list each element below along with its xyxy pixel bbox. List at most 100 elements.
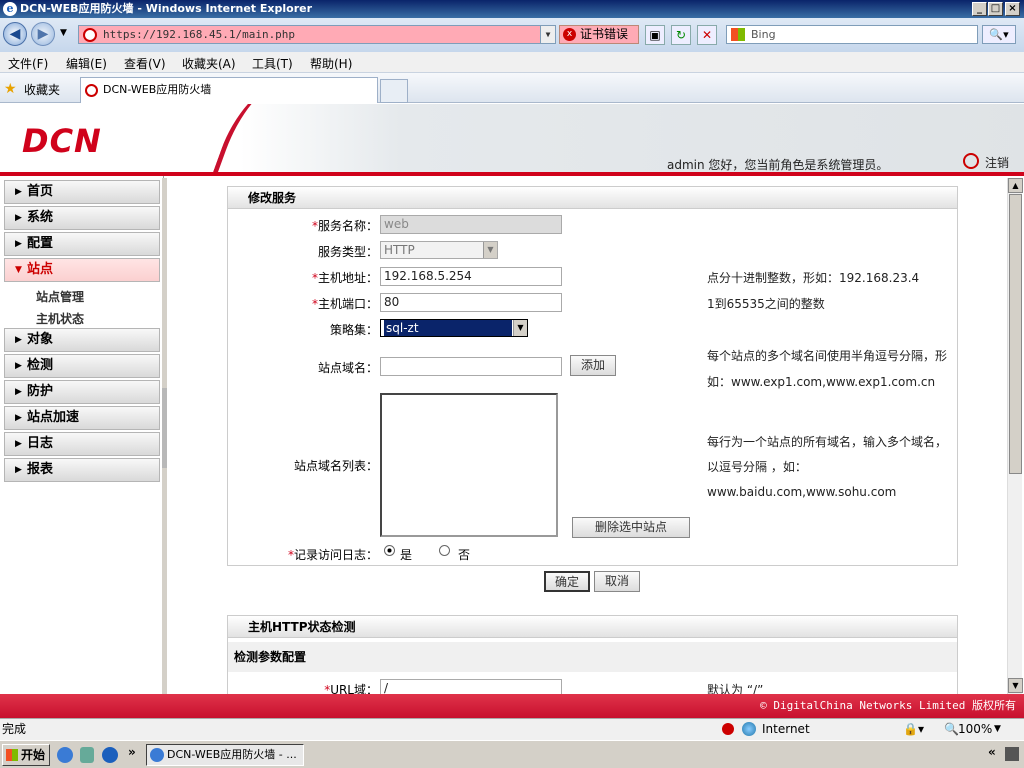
menu-help[interactable]: 帮助(H) [310, 55, 352, 72]
taskbar: 开始 » DCN-WEB应用防火墙 - ... « [0, 740, 1024, 768]
sidebar-item-home[interactable]: ▶ 首页 [4, 180, 160, 204]
sidebar-item-label: 防护 [27, 384, 54, 399]
new-tab-button[interactable] [380, 79, 408, 103]
app-quicklaunch-icon[interactable] [80, 747, 94, 763]
stop-icon[interactable]: ✕ [697, 25, 717, 45]
menu-view[interactable]: 查看(V) [124, 55, 166, 72]
domain-help-line-2: 如：www.exp1.com,www.exp1.com.cn [707, 375, 936, 389]
url-text: https://192.168.45.1/main.php [103, 28, 296, 41]
triangle-right-icon: ▶ [15, 335, 22, 345]
delete-domain-button[interactable]: 删除选中站点 [572, 517, 690, 538]
url-field-input[interactable]: / [380, 679, 562, 694]
menu-favorites[interactable]: 收藏夹(A) [182, 55, 236, 72]
maximize-button[interactable]: □ [988, 2, 1003, 16]
sidebar-item-label: 对象 [27, 332, 54, 347]
sidebar-item-label: 站点加速 [27, 410, 80, 425]
sidebar-item-config[interactable]: ▶ 配置 [4, 232, 160, 256]
show-desktop-icon[interactable] [102, 747, 118, 763]
http-health-panel: 主机HTTP状态检测 检测参数配置 *URL域： / 默认为 “/” [227, 615, 958, 694]
task-label: DCN-WEB应用防火墙 - ... [167, 748, 297, 761]
menu-edit[interactable]: 编辑(E) [66, 55, 107, 72]
cancel-button[interactable]: 取消 [594, 571, 640, 592]
search-input[interactable]: Bing [726, 25, 978, 44]
search-button[interactable]: 🔍▾ [982, 25, 1016, 44]
sidebar-subitem-site-management[interactable]: 站点管理 [36, 288, 84, 305]
lock-zone-icon[interactable]: 🔒▾ [903, 719, 924, 739]
ie-logo-icon: e [3, 2, 17, 16]
log-no-radio[interactable] [439, 545, 450, 556]
address-input[interactable]: https://192.168.45.1/main.php ▼ [78, 25, 556, 44]
address-dropdown-icon[interactable]: ▼ [540, 26, 555, 43]
domain-list-label: 站点域名列表： [293, 459, 378, 473]
quicklaunch-more-icon[interactable]: » [128, 745, 136, 759]
zoom-icon: 🔍 [944, 722, 959, 736]
tray-icon[interactable] [1005, 747, 1019, 761]
favorites-star-icon[interactable]: ★ [4, 81, 17, 97]
sidebar: ▶ 首页 ▶ 系统 ▶ 配置 ▼ 站点 站点管理 主机状态 ▶ 对象 ▶ 检测 ▶ 防护 ▶ 站… [0, 176, 164, 694]
domain-list-box[interactable] [380, 393, 558, 537]
url-field-help: 默认为 “/” [707, 683, 764, 694]
favorites-button[interactable]: 收藏夹 [24, 81, 60, 98]
cert-error-button[interactable]: x 证书错误 [559, 25, 639, 44]
host-port-input[interactable]: 80 [380, 293, 562, 312]
zoom-dropdown-icon[interactable]: ▼ [994, 719, 1001, 739]
scroll-down-icon[interactable]: ▼ [1008, 678, 1023, 693]
sidebar-item-site[interactable]: ▼ 站点 [4, 258, 160, 282]
sidebar-item-acceleration[interactable]: ▶ 站点加速 [4, 406, 160, 430]
close-window-button[interactable]: × [1005, 2, 1020, 16]
sidebar-subitem-host-status[interactable]: 主机状态 [36, 310, 84, 327]
service-name-input: web [380, 215, 562, 234]
add-domain-button[interactable]: 添加 [570, 355, 616, 376]
taskbar-task-ie[interactable]: DCN-WEB应用防火墙 - ... [146, 744, 304, 766]
ok-button[interactable]: 确定 [544, 571, 590, 592]
dcn-logo: DCN [22, 122, 102, 160]
forward-button[interactable]: ▶ [31, 22, 55, 46]
site-domain-label: 站点域名： [317, 361, 378, 375]
ie-quicklaunch-icon[interactable] [57, 747, 73, 763]
start-button[interactable]: 开始 [2, 744, 50, 766]
host-address-input[interactable]: 192.168.5.254 [380, 267, 562, 286]
triangle-right-icon: ▶ [15, 387, 22, 397]
triangle-right-icon: ▶ [15, 361, 22, 371]
policy-label: 策略集： [329, 323, 378, 337]
logout-key-icon[interactable] [963, 153, 979, 169]
refresh-icon[interactable]: ↻ [671, 25, 691, 45]
history-dropdown-icon[interactable]: ▼ [60, 28, 67, 38]
host-address-help: 点分十进制整数，形如：192.168.23.4 [707, 271, 920, 285]
log-yes-label: 是 [400, 548, 413, 562]
triangle-right-icon: ▶ [15, 413, 22, 423]
scroll-up-icon[interactable]: ▲ [1008, 178, 1023, 193]
sidebar-item-system[interactable]: ▶ 系统 [4, 206, 160, 230]
sidebar-item-detect[interactable]: ▶ 检测 [4, 354, 160, 378]
back-button[interactable]: ◀ [3, 22, 27, 46]
health-panel-title: 主机HTTP状态检测 [228, 616, 957, 638]
logout-link[interactable]: 注销 [985, 154, 1009, 171]
sidebar-item-label: 首页 [27, 184, 54, 199]
scroll-thumb[interactable] [1009, 194, 1022, 474]
panel-title: 修改服务 [228, 187, 957, 209]
search-placeholder: Bing [751, 28, 776, 41]
triangle-right-icon: ▶ [15, 239, 22, 249]
page-header: DCN admin 您好，您当前角色是系统管理员。 注销 [0, 104, 1024, 172]
minimize-button[interactable]: _ [972, 2, 987, 16]
ie-task-icon [150, 748, 164, 762]
sidebar-item-object[interactable]: ▶ 对象 [4, 328, 160, 352]
content-scrollbar[interactable]: ▲ ▼ [1007, 178, 1023, 694]
url-field-label: *URL域： [324, 683, 378, 694]
browser-tab[interactable]: DCN-WEB应用防火墙 [80, 77, 378, 103]
tray-expand-icon[interactable]: « [988, 745, 996, 759]
sidebar-item-report[interactable]: ▶ 报表 [4, 458, 160, 482]
policy-value: sql-zt [384, 320, 512, 336]
policy-select[interactable]: sql-zt ▼ [380, 319, 528, 337]
sidebar-item-protect[interactable]: ▶ 防护 [4, 380, 160, 404]
status-text: 完成 [2, 722, 27, 736]
site-domain-input[interactable] [380, 357, 562, 376]
sidebar-item-log[interactable]: ▶ 日志 [4, 432, 160, 456]
zoom-level[interactable]: 100% [958, 719, 992, 739]
globe-icon [742, 722, 756, 736]
log-yes-radio[interactable] [384, 545, 395, 556]
menu-file[interactable]: 文件(F) [8, 55, 48, 72]
menu-tools[interactable]: 工具(T) [252, 55, 293, 72]
window-title: DCN-WEB应用防火墙 - Windows Internet Explorer [20, 2, 313, 15]
compat-view-icon[interactable]: ▣ [645, 25, 665, 45]
